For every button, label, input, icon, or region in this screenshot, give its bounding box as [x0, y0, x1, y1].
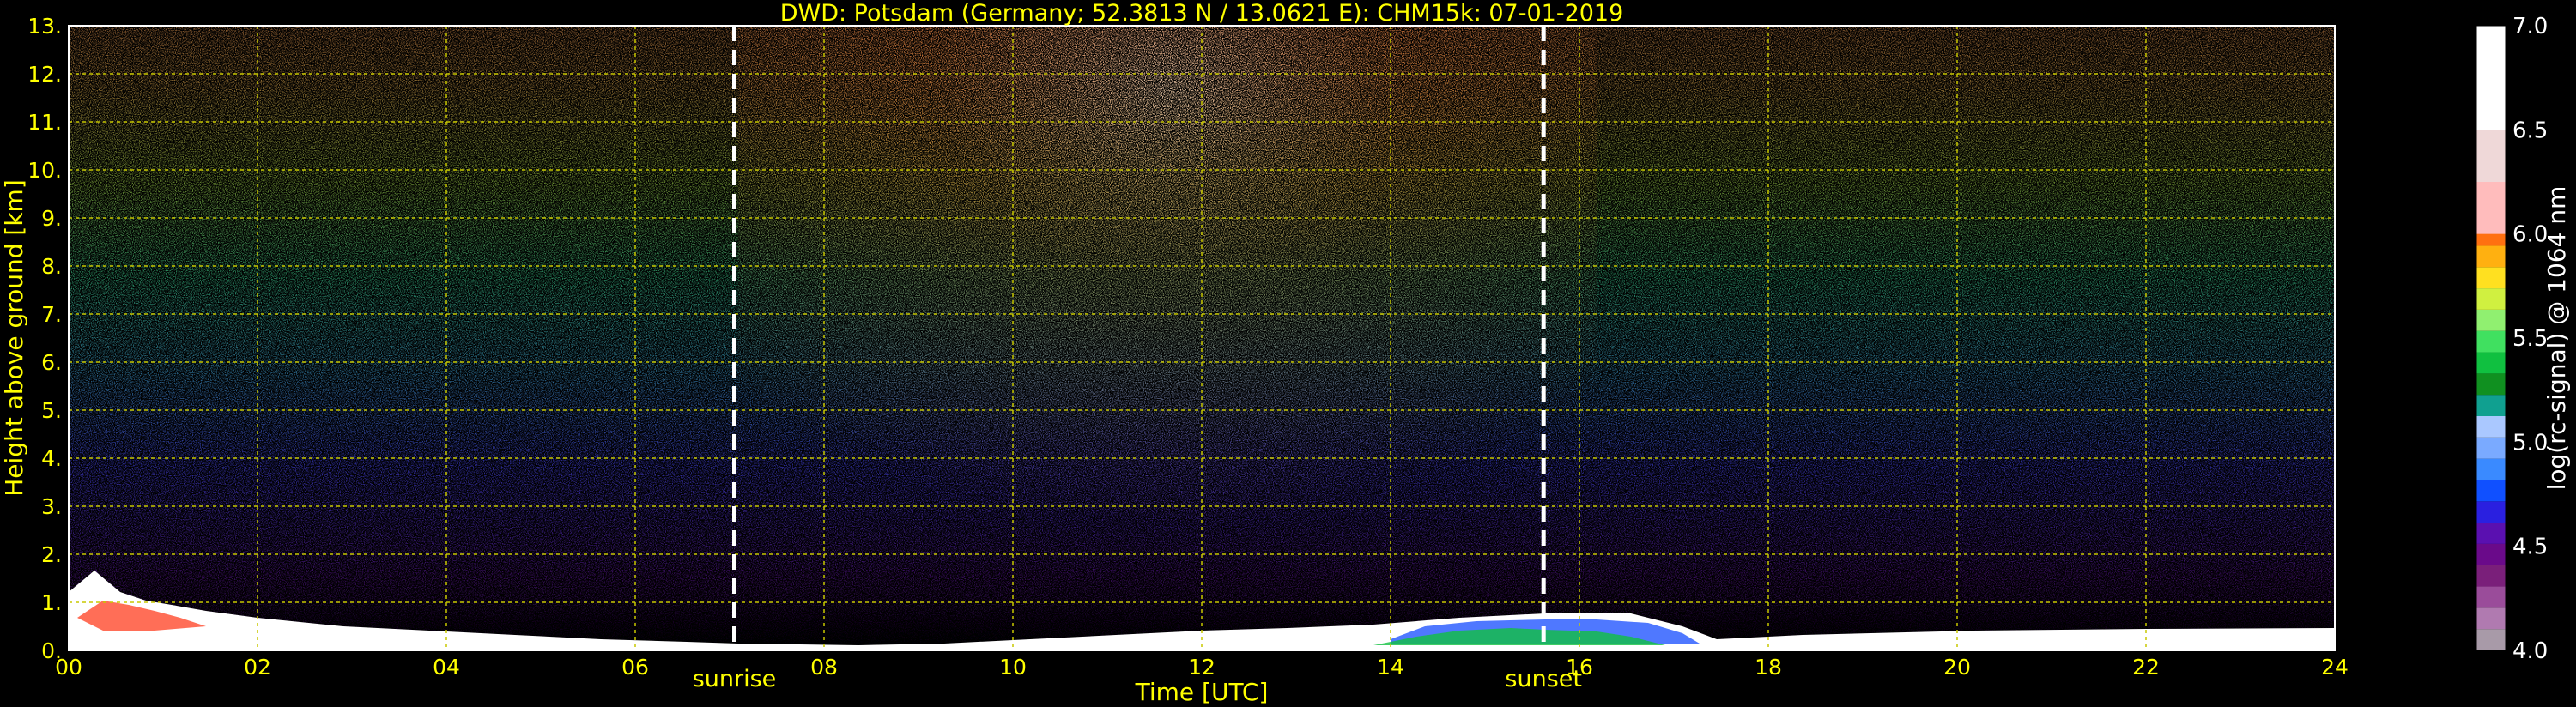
colorbar-segment [2476, 26, 2506, 130]
colorbar-segment [2476, 586, 2506, 608]
y-tick-label: 10. [27, 158, 62, 183]
y-tick-label: 3. [41, 494, 62, 519]
colorbar-segment [2476, 629, 2506, 650]
y-axis-ticks: 0.1.2.3.4.5.6.7.8.9.10.11.12.13. [27, 14, 62, 663]
y-axis-label: Height above ground [km] [0, 179, 28, 497]
colorbar: 4.04.55.05.56.06.57.0 [2476, 14, 2548, 664]
x-tick-label: 22 [2132, 655, 2160, 680]
x-tick-label: 14 [1377, 655, 1404, 680]
x-tick-label: 06 [621, 655, 649, 680]
colorbar-segment [2476, 373, 2506, 396]
x-tick-label: 00 [55, 655, 82, 680]
y-tick-label: 12. [27, 62, 62, 87]
colorbar-segment [2476, 288, 2506, 310]
colorbar-segment [2476, 416, 2506, 438]
colorbar-tick-label: 7.0 [2512, 14, 2548, 39]
colorbar-segment [2476, 395, 2506, 416]
colorbar-segment [2476, 330, 2506, 353]
x-axis-label: Time [UTC] [1135, 678, 1269, 706]
colorbar-segment [2476, 267, 2506, 289]
colorbar-segment [2476, 309, 2506, 331]
y-tick-label: 2. [41, 542, 62, 567]
colorbar-segment [2476, 182, 2506, 234]
y-tick-label: 9. [41, 206, 62, 231]
y-tick-label: 5. [41, 398, 62, 423]
sun-marker-label: sunrise [693, 666, 777, 692]
x-tick-label: 10 [999, 655, 1027, 680]
sun-marker-label: sunset [1505, 666, 1582, 692]
x-tick-label: 02 [244, 655, 271, 680]
colorbar-segment [2476, 437, 2506, 459]
y-tick-label: 8. [41, 254, 62, 279]
x-tick-label: 12 [1188, 655, 1215, 680]
colorbar-segment [2476, 565, 2506, 587]
daytime-signal-glow [738, 26, 1597, 650]
colorbar-tick-label: 4.0 [2512, 638, 2548, 664]
y-tick-label: 6. [41, 350, 62, 375]
y-tick-label: 11. [27, 110, 62, 135]
x-tick-label: 18 [1755, 655, 1782, 680]
colorbar-segment [2476, 543, 2506, 565]
x-tick-label: 08 [810, 655, 838, 680]
colorbar-segment [2476, 501, 2506, 523]
colorbar-segment [2476, 480, 2506, 502]
colorbar-segment [2476, 607, 2506, 630]
x-tick-label: 24 [2321, 655, 2349, 680]
colorbar-segment [2476, 245, 2506, 268]
y-tick-label: 13. [27, 14, 62, 39]
y-tick-label: 7. [41, 302, 62, 327]
colorbar-tick-label: 4.5 [2512, 535, 2548, 560]
x-tick-label: 04 [433, 655, 460, 680]
y-tick-label: 1. [41, 590, 62, 615]
colorbar-segment [2476, 352, 2506, 374]
x-tick-label: 20 [1943, 655, 1971, 680]
colorbar-tick-label: 6.5 [2512, 118, 2548, 143]
colorbar-segment [2476, 523, 2506, 544]
y-tick-label: 4. [41, 446, 62, 471]
colorbar-segment [2476, 458, 2506, 480]
plot-area [68, 25, 2336, 651]
colorbar-label: log(rc-signal) @ 1064 nm [2543, 186, 2571, 491]
chart-title: DWD: Potsdam (Germany; 52.3813 N / 13.06… [780, 0, 1624, 27]
colorbar-segment [2476, 130, 2506, 182]
ceilometer-figure: 0.1.2.3.4.5.6.7.8.9.10.11.12.13. 00 02 04 0… [0, 0, 2571, 706]
